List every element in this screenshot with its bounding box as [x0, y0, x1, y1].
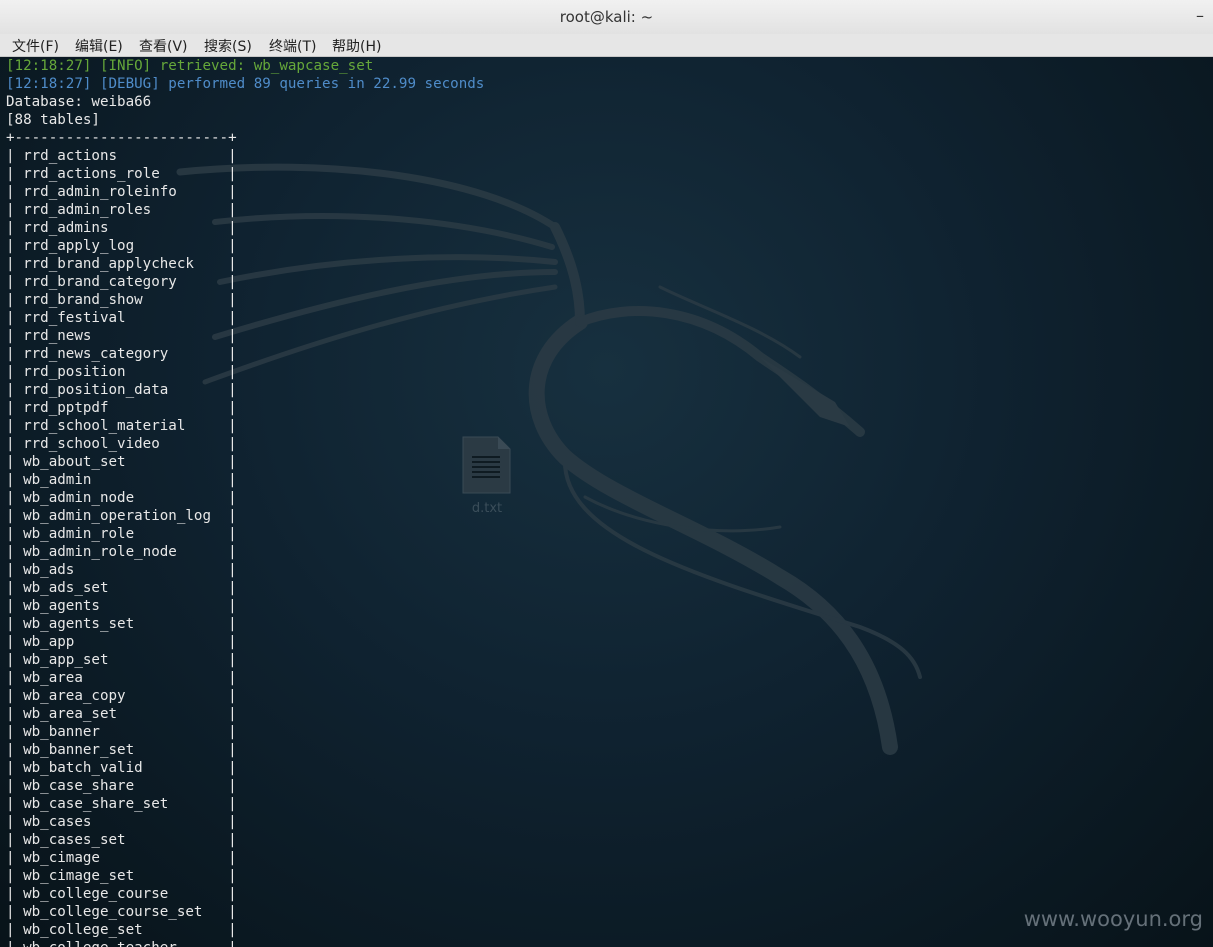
menu-help[interactable]: 帮助(H) — [332, 36, 381, 56]
table-row: | rrd_apply_log | — [6, 238, 237, 254]
table-row: | rrd_actions | — [6, 148, 237, 164]
menu-terminal[interactable]: 终端(T) — [269, 36, 316, 56]
desktop-file-label: d.txt — [471, 501, 503, 516]
table-row: | rrd_admin_roles | — [6, 202, 237, 218]
table-row: | wb_cases_set | — [6, 832, 237, 848]
table-row: | wb_area_set | — [6, 706, 237, 722]
watermark: www.wooyun.org — [1023, 907, 1203, 931]
table-row: | wb_college_course_set | — [6, 904, 237, 920]
table-row: | rrd_news | — [6, 328, 237, 344]
info-log-line: [12:18:27] [INFO] retrieved: wb_wapcase_… — [6, 58, 374, 74]
table-row: | wb_admin | — [6, 472, 237, 488]
table-row: | wb_about_set | — [6, 454, 237, 470]
table-row: | rrd_school_video | — [6, 436, 237, 452]
menu-edit[interactable]: 编辑(E) — [75, 36, 123, 56]
table-row: | wb_cimage | — [6, 850, 237, 866]
table-row: | rrd_brand_show | — [6, 292, 237, 308]
table-row: | wb_agents | — [6, 598, 237, 614]
table-row: | wb_case_share | — [6, 778, 237, 794]
table-row: | rrd_actions_role | — [6, 166, 237, 182]
table-row: | wb_app | — [6, 634, 237, 650]
table-row: | rrd_position | — [6, 364, 237, 380]
text-file-icon — [462, 436, 511, 494]
minimize-button[interactable]: – — [1193, 6, 1207, 25]
menu-view[interactable]: 查看(V) — [139, 36, 188, 56]
table-row: | rrd_brand_applycheck | — [6, 256, 237, 272]
table-row: | wb_college_teacher | — [6, 939, 237, 947]
table-row: | wb_batch_valid | — [6, 760, 237, 776]
table-row: | wb_area_copy | — [6, 688, 237, 704]
table-row: | wb_ads | — [6, 562, 237, 578]
table-row: | wb_app_set | — [6, 652, 237, 668]
desktop-file[interactable]: d.txt — [460, 435, 514, 525]
debug-log-line: [12:18:27] [DEBUG] performed 89 queries … — [6, 76, 485, 92]
table-row: | rrd_admins | — [6, 220, 237, 236]
table-row: | rrd_school_material | — [6, 418, 237, 434]
table-row: | wb_case_share_set | — [6, 796, 237, 812]
table-row: | wb_banner | — [6, 724, 237, 740]
table-row: | rrd_position_data | — [6, 382, 237, 398]
terminal-area[interactable]: d.txt [12:18:27] [INFO] retrieved: wb_wa… — [0, 57, 1213, 947]
database-line: Database: weiba66 — [6, 94, 152, 110]
menu-bar: 文件(F) 编辑(E) 查看(V) 搜索(S) 终端(T) 帮助(H) — [0, 34, 1213, 57]
table-row: | wb_cimage_set | — [6, 868, 237, 884]
table-row: | wb_area | — [6, 670, 237, 686]
table-border-top: +-------------------------+ — [6, 130, 237, 146]
table-row: | wb_admin_node | — [6, 490, 237, 506]
table-row: | wb_college_course | — [6, 886, 237, 902]
menu-file[interactable]: 文件(F) — [12, 36, 59, 56]
table-row: | wb_admin_operation_log | — [6, 508, 237, 524]
table-row: | wb_banner_set | — [6, 742, 237, 758]
table-row: | wb_admin_role_node | — [6, 544, 237, 560]
table-row: | rrd_admin_roleinfo | — [6, 184, 237, 200]
table-row: | rrd_festival | — [6, 310, 237, 326]
table-count-line: [88 tables] — [6, 112, 100, 128]
table-row: | wb_agents_set | — [6, 616, 237, 632]
table-row: | rrd_pptpdf | — [6, 400, 237, 416]
table-row: | wb_admin_role | — [6, 526, 237, 542]
window-title: root@kali: ~ — [559, 8, 654, 26]
table-row: | wb_college_set | — [6, 922, 237, 938]
table-row: | rrd_brand_category | — [6, 274, 237, 290]
menu-search[interactable]: 搜索(S) — [204, 36, 252, 56]
table-row: | rrd_news_category | — [6, 346, 237, 362]
window-titlebar[interactable]: root@kali: ~ – — [0, 0, 1213, 35]
table-row: | wb_ads_set | — [6, 580, 237, 596]
table-row: | wb_cases | — [6, 814, 237, 830]
